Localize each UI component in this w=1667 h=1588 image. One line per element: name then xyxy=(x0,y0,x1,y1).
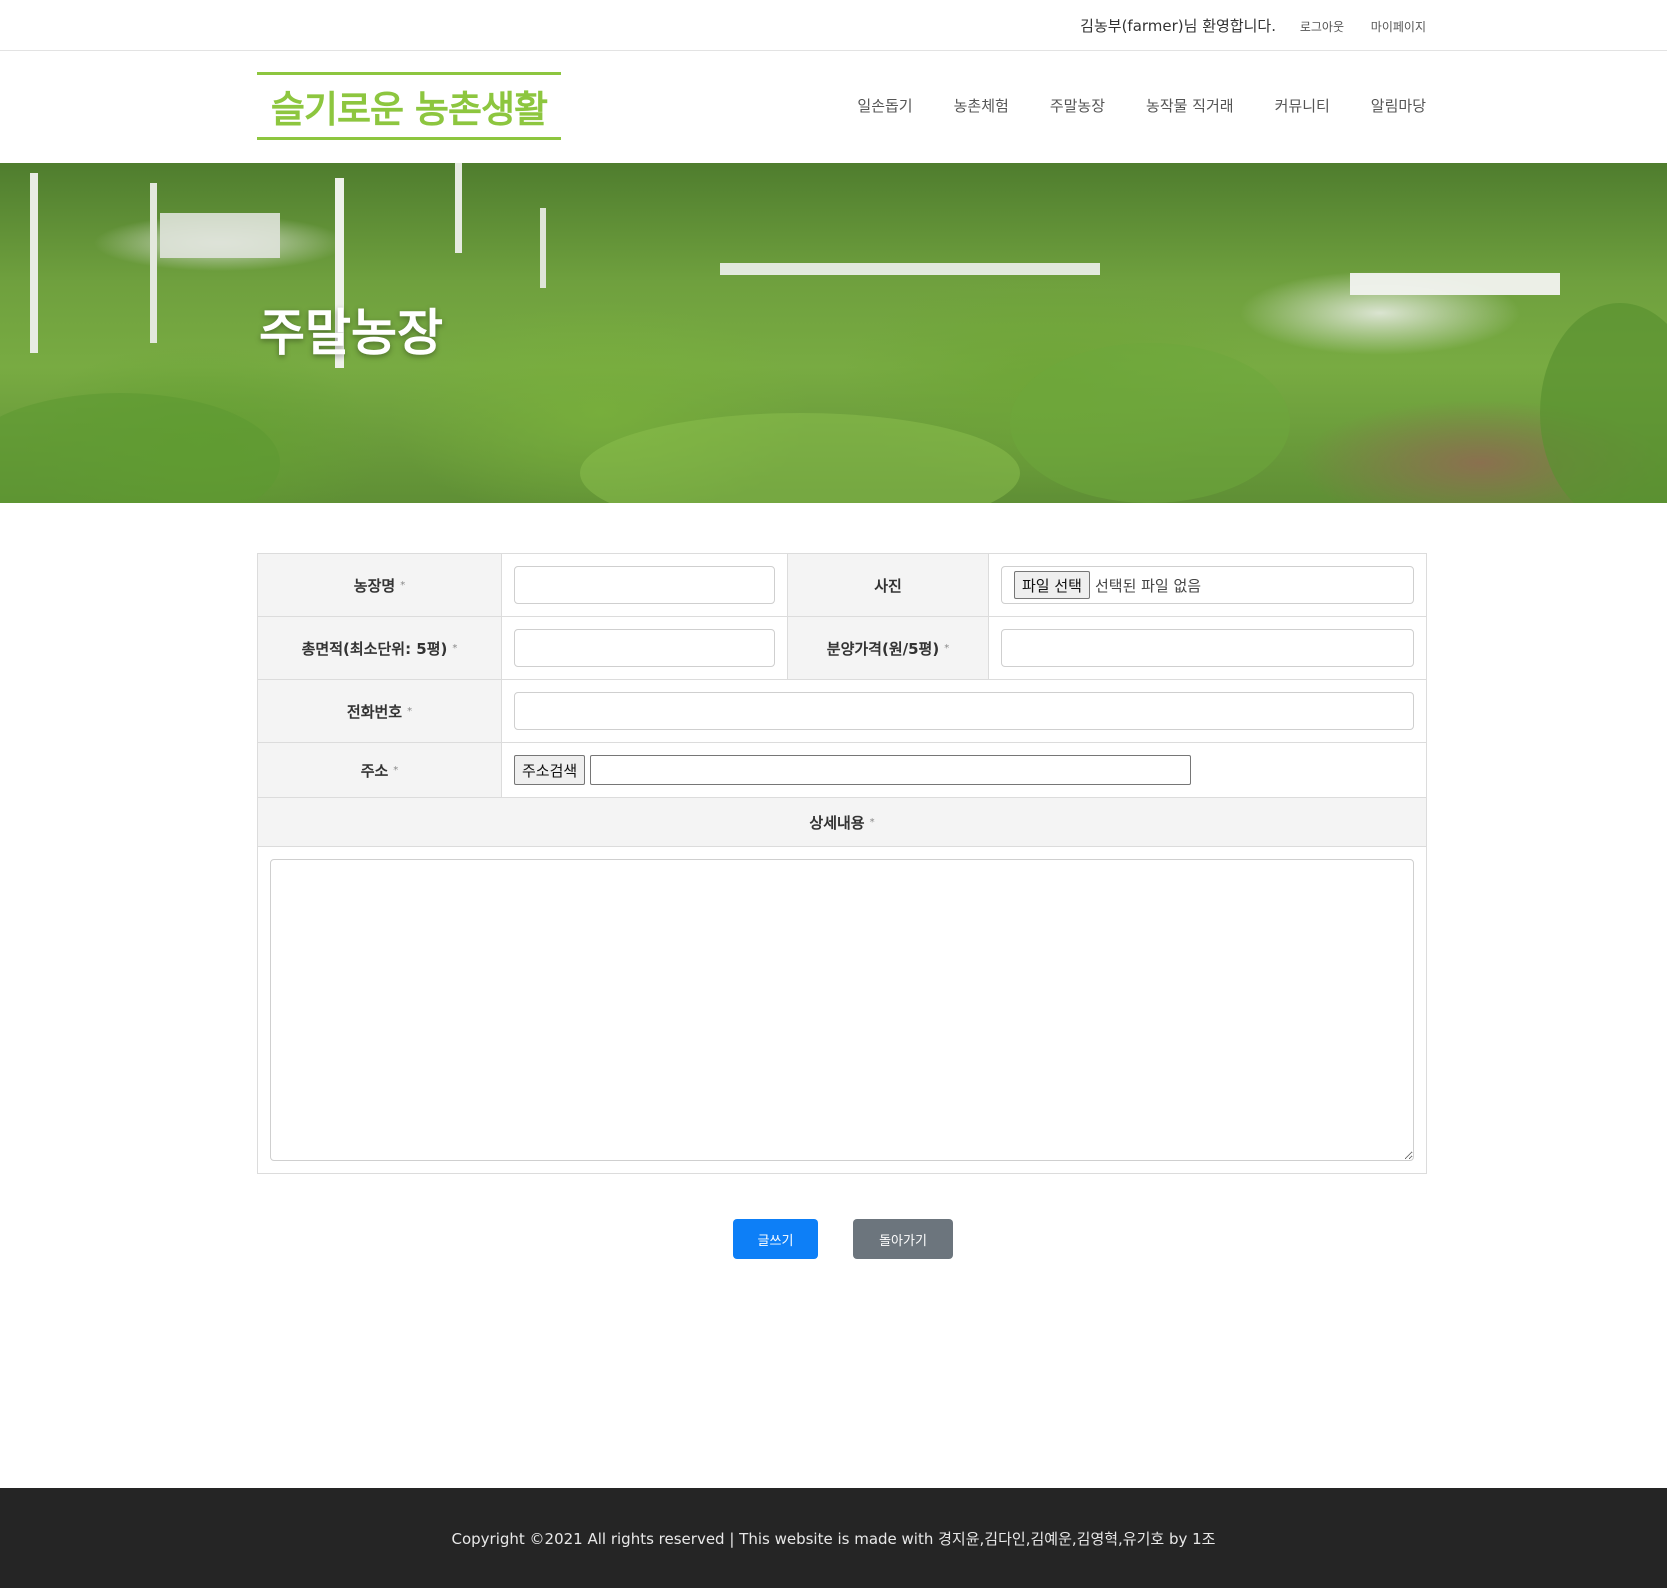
phone-label: 전화번호 * xyxy=(258,680,502,742)
price-cell xyxy=(989,617,1426,679)
site-logo-text: 슬기로운 농촌생활 xyxy=(270,88,548,131)
detail-label-text: 상세내용 xyxy=(809,813,865,832)
welcome-message: 김농부(farmer)님 환영합니다. xyxy=(1080,17,1276,35)
nav-item-community[interactable]: 커뮤니티 xyxy=(1275,95,1330,116)
form-row-address: 주소 * 주소검색 xyxy=(258,743,1426,798)
nav-item-help[interactable]: 일손돕기 xyxy=(857,95,912,116)
hero-banner: 주말농장 xyxy=(0,163,1667,503)
form-row-name-photo: 농장명 * 사진 파일 선택 선택된 파일 없음 xyxy=(258,554,1426,617)
area-label: 총면적(최소단위: 5평) * xyxy=(258,617,502,679)
price-label: 분양가격(원/5평) * xyxy=(788,617,989,679)
nav-item-direct-trade[interactable]: 농작물 직거래 xyxy=(1146,95,1234,116)
farm-registration-form: 농장명 * 사진 파일 선택 선택된 파일 없음 총면적(최소단위: 5평) *… xyxy=(257,553,1427,1174)
price-label-text: 분양가격(원/5평) xyxy=(826,639,940,658)
main-nav: 일손돕기 농촌체험 주말농장 농작물 직거래 커뮤니티 알림마당 xyxy=(816,95,1426,116)
nav-item-notice[interactable]: 알림마당 xyxy=(1371,95,1426,116)
price-input[interactable] xyxy=(1001,629,1414,667)
form-row-phone: 전화번호 * xyxy=(258,680,1426,743)
footer-copyright: Copyright ©2021 All rights reserved | Th… xyxy=(451,1529,1216,1548)
required-mark: * xyxy=(393,764,399,776)
address-label: 주소 * xyxy=(258,743,502,797)
photo-label: 사진 xyxy=(788,554,989,616)
detail-label: 상세내용 * xyxy=(258,798,1426,846)
site-header: 슬기로운 농촌생활 일손돕기 농촌체험 주말농장 농작물 직거래 커뮤니티 알림… xyxy=(0,51,1667,163)
photo-label-text: 사진 xyxy=(874,576,902,595)
area-cell xyxy=(502,617,788,679)
required-mark: * xyxy=(407,705,413,717)
farm-name-label-text: 농장명 xyxy=(353,576,396,595)
farm-name-input[interactable] xyxy=(514,566,775,604)
farm-name-label: 농장명 * xyxy=(258,554,502,616)
site-logo[interactable]: 슬기로운 농촌생활 xyxy=(257,72,561,140)
site-footer: Copyright ©2021 All rights reserved | Th… xyxy=(0,1488,1667,1588)
address-label-text: 주소 xyxy=(360,761,389,780)
detail-textarea[interactable] xyxy=(270,859,1414,1161)
address-search-button[interactable]: 주소검색 xyxy=(514,755,586,785)
required-mark: * xyxy=(400,579,406,591)
address-input[interactable] xyxy=(590,755,1192,785)
phone-cell xyxy=(502,680,1426,742)
mypage-link[interactable]: 마이페이지 xyxy=(1371,18,1426,35)
logout-link[interactable]: 로그아웃 xyxy=(1300,18,1344,35)
write-button[interactable]: 글쓰기 xyxy=(733,1219,818,1259)
choose-file-button[interactable]: 파일 선택 xyxy=(1014,571,1090,599)
form-row-detail-body xyxy=(258,847,1426,1173)
form-row-area-price: 총면적(최소단위: 5평) * 분양가격(원/5평) * xyxy=(258,617,1426,680)
required-mark: * xyxy=(944,642,950,654)
area-label-text: 총면적(최소단위: 5평) xyxy=(301,639,448,658)
hero-farm-image xyxy=(0,163,1667,503)
photo-file-input[interactable]: 파일 선택 선택된 파일 없음 xyxy=(1001,566,1414,604)
file-status-text: 선택된 파일 없음 xyxy=(1094,576,1202,595)
top-utility-bar: 김농부(farmer)님 환영합니다. 로그아웃 마이페이지 xyxy=(0,0,1667,51)
phone-input[interactable] xyxy=(514,692,1414,730)
nav-item-weekend-farm[interactable]: 주말농장 xyxy=(1050,95,1105,116)
hero-title: 주말농장 xyxy=(259,304,443,362)
farm-name-cell xyxy=(502,554,788,616)
required-mark: * xyxy=(452,642,458,654)
form-row-detail-header: 상세내용 * xyxy=(258,798,1426,847)
area-input[interactable] xyxy=(514,629,775,667)
phone-label-text: 전화번호 xyxy=(346,702,403,721)
photo-cell: 파일 선택 선택된 파일 없음 xyxy=(989,554,1426,616)
back-button[interactable]: 돌아가기 xyxy=(853,1219,953,1259)
required-mark: * xyxy=(869,816,875,828)
address-cell: 주소검색 xyxy=(502,743,1426,797)
nav-item-experience[interactable]: 농촌체험 xyxy=(954,95,1009,116)
